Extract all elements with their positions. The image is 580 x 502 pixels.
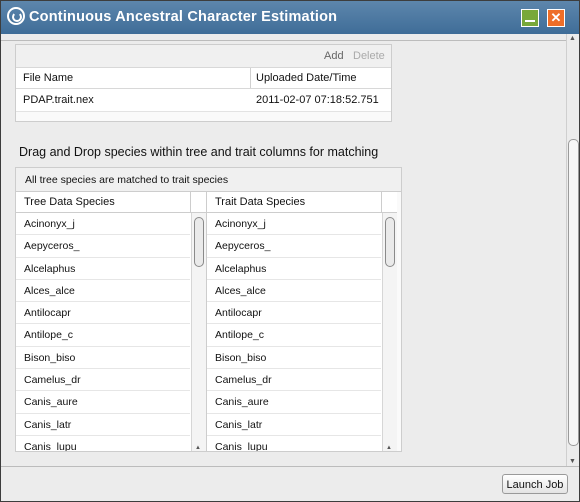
delete-button[interactable]: Delete <box>353 50 385 62</box>
list-item[interactable]: Alcelaphus <box>16 258 190 280</box>
column-divider <box>250 68 251 88</box>
list-item[interactable]: Antilope_c <box>207 324 381 347</box>
list-item[interactable]: Alces_alce <box>207 280 381 303</box>
scrollbar-thumb[interactable] <box>568 139 579 446</box>
species-matching-panel: All tree species are matched to trait sp… <box>15 167 402 452</box>
scroll-up-arrow-icon[interactable]: ▲ <box>569 35 576 42</box>
trait-species-header: Trait Data Species <box>207 192 397 213</box>
scroll-down-arrow-icon[interactable]: ▼ <box>569 458 576 465</box>
list-item[interactable]: Antilope_c <box>16 324 190 347</box>
tree-species-name: Aepyceros_ <box>24 240 80 253</box>
window-title: Continuous Ancestral Character Estimatio… <box>29 9 338 25</box>
header-divider <box>381 192 382 212</box>
list-item[interactable]: Camelus_dr <box>16 369 190 392</box>
trait-species-name: Canis_aure <box>215 396 269 409</box>
dialog-footer: Launch Job <box>1 466 579 501</box>
tree-species-header: Tree Data Species <box>16 192 206 213</box>
tree-species-name: Antilocapr <box>24 307 71 320</box>
tree-species-name: Antilope_c <box>24 329 74 342</box>
header-divider <box>190 192 191 212</box>
trait-species-name: Aepyceros_ <box>215 240 271 253</box>
tree-species-list: Tree Data Species Acinonyx_j Aepyceros_ Al… <box>16 192 207 451</box>
tree-species-name: Bison_biso <box>24 351 76 364</box>
launch-job-button[interactable]: Launch Job <box>502 474 568 494</box>
trait-species-name: Bison_biso <box>215 351 267 364</box>
list-item[interactable]: Aepyceros_ <box>207 235 381 258</box>
match-status-bar: All tree species are matched to trait sp… <box>16 168 401 192</box>
scrollbar-thumb[interactable] <box>194 217 204 267</box>
list-item[interactable]: Antilocapr <box>16 302 190 325</box>
tree-species-name: Alces_alce <box>24 284 75 297</box>
app-logo-icon <box>7 7 25 25</box>
list-item[interactable]: Acinonyx_j <box>16 213 190 236</box>
list-item[interactable]: Bison_biso <box>16 347 190 370</box>
file-name-cell: PDAP.trait.nex <box>23 94 94 106</box>
close-icon[interactable]: ✕ <box>547 9 565 27</box>
tree-species-name: Acinonyx_j <box>24 218 75 230</box>
tree-species-name: Canis_latr <box>24 418 72 431</box>
list-item[interactable]: Acinonyx_j <box>207 213 381 236</box>
tree-species-rows: Acinonyx_j Aepyceros_ Alcelaphus Alces_alce… <box>16 213 190 451</box>
scroll-down-arrow-icon[interactable]: ▲ <box>386 445 392 451</box>
trait-species-header-label: Trait Data Species <box>215 196 306 208</box>
dialog-content: Add Delete File Name Uploaded Date/Time … <box>1 34 566 466</box>
file-toolbar: Add Delete <box>16 45 391 68</box>
list-item[interactable]: Antilocapr <box>207 302 381 325</box>
instructions-text: Drag and Drop species within tree and tr… <box>19 145 379 159</box>
trait-species-name: Acinonyx_j <box>215 218 266 230</box>
list-item[interactable]: Aepyceros_ <box>16 235 190 258</box>
list-item[interactable]: Alces_alce <box>16 280 190 303</box>
tree-species-name: Canis_lupu <box>24 440 77 451</box>
column-header-uploaded-date[interactable]: Uploaded Date/Time <box>256 72 356 84</box>
trait-species-name: Antilope_c <box>215 329 265 342</box>
list-item[interactable]: Canis_aure <box>16 391 190 414</box>
list-item[interactable]: Canis_lupu <box>16 436 190 451</box>
list-item[interactable]: Canis_aure <box>207 391 381 414</box>
tree-list-scrollbar[interactable]: ▲ <box>191 213 206 451</box>
match-status-text: All tree species are matched to trait sp… <box>25 174 229 186</box>
dialog-window: Continuous Ancestral Character Estimatio… <box>0 0 580 502</box>
trait-list-scrollbar[interactable]: ▲ <box>382 213 397 451</box>
trait-species-name: Camelus_dr <box>215 374 272 387</box>
trait-species-name: Antilocapr <box>215 307 262 320</box>
trait-species-name: Canis_latr <box>215 418 263 431</box>
tree-species-header-label: Tree Data Species <box>24 196 115 208</box>
minimize-icon[interactable] <box>521 9 539 27</box>
list-item[interactable]: Bison_biso <box>207 347 381 370</box>
top-divider <box>1 34 566 41</box>
tree-species-name: Camelus_dr <box>24 374 81 387</box>
table-row[interactable]: PDAP.trait.nex 2011-02-07 07:18:52.751 <box>16 89 391 112</box>
trait-species-rows: Acinonyx_j Aepyceros_ Alcelaphus Alces_alce… <box>207 213 381 451</box>
trait-species-list: Trait Data Species Acinonyx_j Aepyceros_ A… <box>207 192 397 451</box>
uploaded-date-cell: 2011-02-07 07:18:52.751 <box>256 94 379 106</box>
trait-species-name: Alces_alce <box>215 284 266 297</box>
list-item[interactable]: Canis_latr <box>207 414 381 436</box>
file-table-header: File Name Uploaded Date/Time <box>16 68 391 89</box>
file-panel: Add Delete File Name Uploaded Date/Time … <box>15 44 392 122</box>
scroll-down-arrow-icon[interactable]: ▲ <box>195 445 201 451</box>
title-bar[interactable]: Continuous Ancestral Character Estimatio… <box>1 1 579 34</box>
tree-species-name: Canis_aure <box>24 396 78 409</box>
column-header-file-name[interactable]: File Name <box>23 72 73 84</box>
scrollbar-thumb[interactable] <box>385 217 395 267</box>
list-item[interactable]: Canis_lupu <box>207 436 381 451</box>
trait-species-name: Alcelaphus <box>215 262 267 275</box>
tree-species-name: Alcelaphus <box>24 262 76 275</box>
dialog-scrollbar[interactable]: ▲ ▼ <box>566 34 579 466</box>
list-item[interactable]: Camelus_dr <box>207 369 381 392</box>
trait-species-name: Canis_lupu <box>215 440 268 451</box>
list-item[interactable]: Alcelaphus <box>207 258 381 280</box>
add-button[interactable]: Add <box>324 50 344 62</box>
list-item[interactable]: Canis_latr <box>16 414 190 436</box>
